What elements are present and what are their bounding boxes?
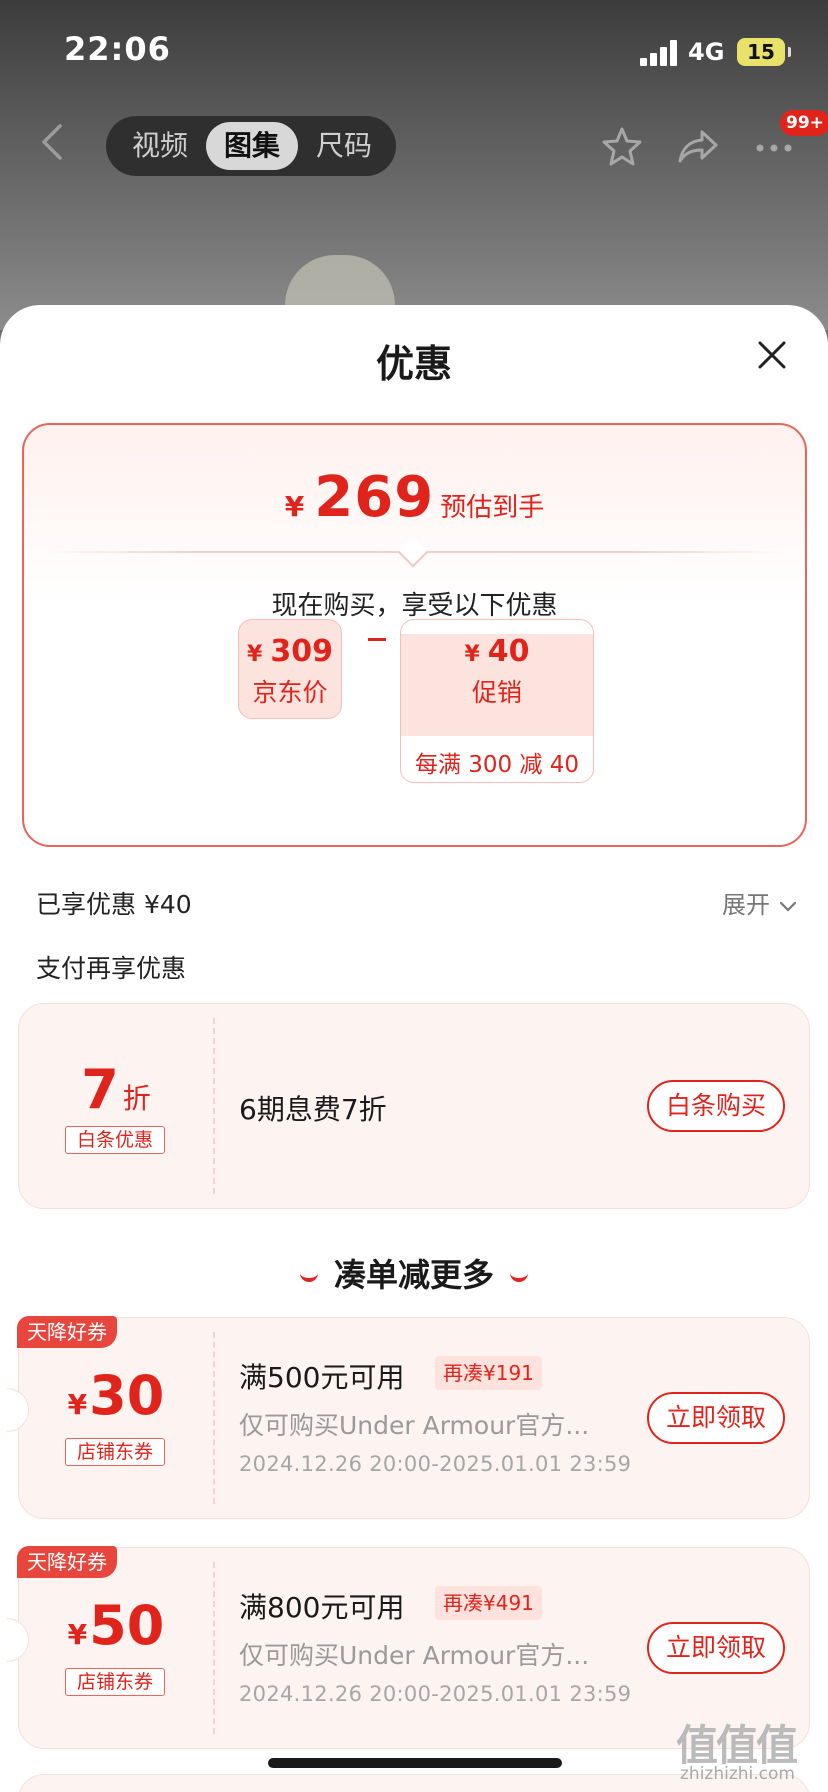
smile-icon xyxy=(299,1273,318,1282)
estimated-price-value: 269 xyxy=(314,465,435,530)
baitiao-discount: 7折 xyxy=(19,1058,213,1121)
coupon-tag: 店铺东券 xyxy=(65,1668,165,1696)
card-separator xyxy=(213,1332,215,1504)
claim-coupon-button[interactable]: 立即领取 xyxy=(647,1392,785,1444)
baitiao-card: 7折 白条优惠 6期息费7折 白条购买 xyxy=(18,1003,810,1209)
coupon-amount-value: 50 xyxy=(89,1594,165,1657)
baitiao-title: 6期息费7折 xyxy=(239,1093,387,1126)
home-indicator[interactable] xyxy=(268,1758,562,1768)
promo-value: 40 xyxy=(487,634,530,669)
coupon-title: 满800元可用 xyxy=(239,1591,405,1624)
coupon-amount: ¥30 xyxy=(19,1364,213,1427)
minus-sign xyxy=(368,638,386,641)
coupon-amount-value: 30 xyxy=(89,1364,165,1427)
coupon-currency: ¥ xyxy=(67,1388,88,1421)
close-icon[interactable] xyxy=(752,335,792,375)
jd-price-label: 京东价 xyxy=(252,678,328,707)
star-icon[interactable] xyxy=(600,124,644,168)
network-type: 4G xyxy=(688,38,725,66)
media-tab-switcher: 视频 图集 尺码 xyxy=(106,116,396,176)
currency-symbol: ¥ xyxy=(284,490,305,523)
enjoyed-discount: 已享优惠 ¥40 xyxy=(36,890,192,919)
coupon-ribbon: 天降好券 xyxy=(17,1546,117,1578)
section-title-text: 凑单减更多 xyxy=(333,1256,494,1294)
enjoy-text: 现在购买，享受以下优惠 xyxy=(271,591,558,621)
coupon-desc: 仅可购买Under Armour官方... xyxy=(239,1641,590,1670)
chevron-down-icon xyxy=(778,892,798,920)
coupon-gap-chip: 再凑¥191 xyxy=(435,1356,542,1390)
back-icon[interactable] xyxy=(38,122,78,162)
coupon-amount: ¥50 xyxy=(19,1594,213,1657)
promo-label: 促销 xyxy=(471,678,522,707)
promo-currency: ¥ xyxy=(464,642,480,667)
divider-notch xyxy=(397,536,429,568)
battery-icon: 15 xyxy=(737,38,791,66)
claim-coupon-button[interactable]: 立即领取 xyxy=(647,1622,785,1674)
estimated-price: ¥269 预估到手 xyxy=(24,465,805,530)
tab-video[interactable]: 视频 xyxy=(114,122,206,170)
coupon-date: 2024.12.26 20:00-2025.01.01 23:59 xyxy=(239,1452,632,1476)
tab-gallery[interactable]: 图集 xyxy=(206,122,298,170)
coupon-gap-chip: 再凑¥491 xyxy=(435,1586,542,1620)
discount-sheet: 优惠 ¥269 预估到手 现在购买，享受以下优惠 ¥309 京东价 ¥40 促销 … xyxy=(0,305,828,1792)
jd-price-currency: ¥ xyxy=(247,642,263,667)
promo-box: ¥40 促销 每满 300 减 40 xyxy=(400,619,594,783)
section-title: 凑单减更多 xyxy=(0,1250,828,1296)
expand-label: 展开 xyxy=(722,891,770,919)
jd-price-value: 309 xyxy=(270,634,333,669)
expand-button[interactable]: 展开 xyxy=(722,885,798,920)
baitiao-discount-unit: 折 xyxy=(122,1082,151,1115)
product-nav-bar: 视频 图集 尺码 99+ xyxy=(0,110,828,180)
baitiao-discount-value: 7 xyxy=(81,1058,119,1121)
jd-price-box: ¥309 京东价 xyxy=(238,619,342,719)
share-icon[interactable] xyxy=(676,124,720,168)
coupon-currency: ¥ xyxy=(67,1618,88,1651)
price-summary-card: ¥269 预估到手 现在购买，享受以下优惠 ¥309 京东价 ¥40 促销 每满 … xyxy=(22,423,807,847)
baitiao-tag: 白条优惠 xyxy=(65,1126,165,1154)
card-separator xyxy=(213,1018,215,1194)
coupon-card: 天降好券 ¥30 店铺东券 满500元可用 再凑¥191 仅可购买Under A… xyxy=(7,1316,810,1519)
coupon-desc: 仅可购买Under Armour官方... xyxy=(239,1411,590,1440)
sheet-title: 优惠 xyxy=(375,342,452,386)
coupon-date: 2024.12.26 20:00-2025.01.01 23:59 xyxy=(239,1682,632,1706)
status-bar: 22:06 4G 15 xyxy=(0,0,828,100)
coupon-tag: 店铺东券 xyxy=(65,1438,165,1466)
more-badge: 99+ xyxy=(780,110,828,136)
promo-rule: 每满 300 减 40 xyxy=(414,752,580,778)
smile-icon xyxy=(510,1273,528,1282)
coupon-ribbon: 天降好券 xyxy=(17,1316,117,1348)
baitiao-buy-button[interactable]: 白条购买 xyxy=(647,1080,785,1132)
card-separator xyxy=(213,1562,215,1734)
estimated-price-label: 预估到手 xyxy=(440,493,545,523)
signal-icon xyxy=(640,40,680,66)
watermark-url: zhizhizhi.com xyxy=(680,1764,795,1784)
tab-size[interactable]: 尺码 xyxy=(298,122,390,170)
coupon-title: 满500元可用 xyxy=(239,1361,405,1394)
pay-more-title: 支付再享优惠 xyxy=(36,954,187,983)
status-time: 22:06 xyxy=(64,30,171,68)
